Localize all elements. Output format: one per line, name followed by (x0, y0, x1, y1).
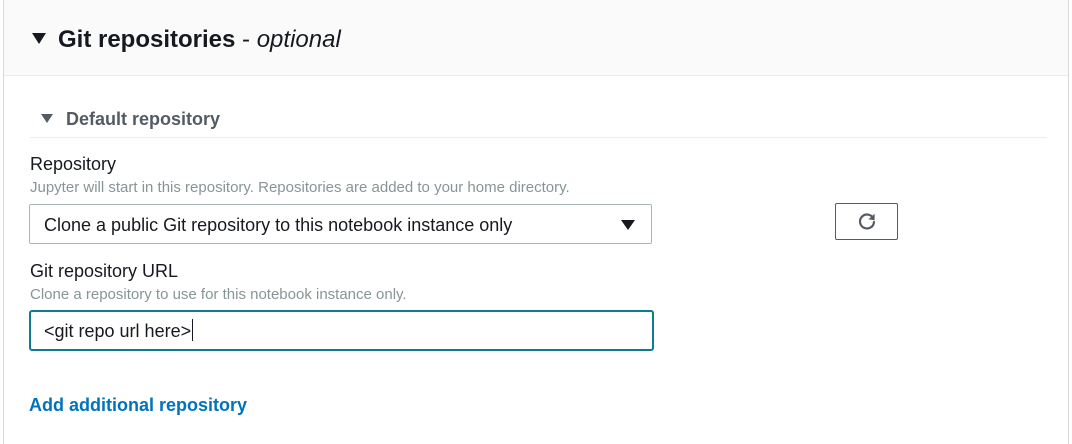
refresh-icon (858, 213, 876, 230)
caret-down-icon[interactable] (32, 33, 46, 44)
section-title-text: Git repositories (58, 26, 236, 53)
panel-header[interactable]: Git repositories - optional (4, 0, 1068, 76)
repository-label: Repository (30, 154, 117, 174)
git-url-description: Clone a repository to use for this noteb… (30, 286, 407, 303)
text-cursor (192, 319, 194, 341)
git-url-input[interactable]: <git repo url here> (29, 310, 654, 351)
caret-down-icon[interactable] (41, 114, 53, 123)
repository-select[interactable]: Clone a public Git repository to this no… (29, 204, 652, 244)
divider (30, 137, 1047, 138)
add-additional-repository-link[interactable]: Add additional repository (29, 393, 247, 417)
title-separator: - (235, 26, 257, 53)
subsection-title[interactable]: Default repository (66, 107, 220, 131)
git-url-input-value: <git repo url here> (44, 319, 194, 343)
section-title: Git repositories - optional (58, 24, 341, 56)
caret-down-icon (621, 220, 635, 230)
repository-description: Jupyter will start in this repository. R… (30, 179, 570, 196)
git-url-label: Git repository URL (30, 261, 179, 281)
refresh-button[interactable] (835, 203, 898, 240)
repository-select-value: Clone a public Git repository to this no… (44, 215, 513, 235)
optional-label: optional (256, 26, 341, 53)
git-url-text: <git repo url here> (44, 321, 192, 341)
